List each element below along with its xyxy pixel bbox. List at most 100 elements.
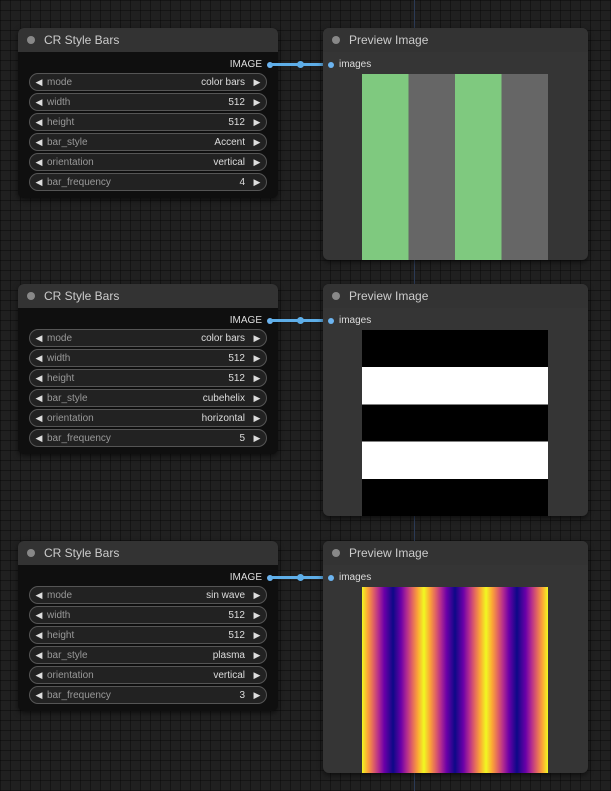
preview-image-node[interactable]: Preview Image images (323, 28, 588, 260)
arrow-right-icon[interactable]: ▶ (251, 157, 263, 168)
widget-bar-frequency[interactable]: ◀ bar_frequency 5 ▶ (29, 429, 267, 447)
widget-bar-style[interactable]: ◀ bar_style plasma ▶ (29, 646, 267, 664)
widget-label: bar_frequency (47, 432, 111, 444)
widget-height[interactable]: ◀ height 512 ▶ (29, 626, 267, 644)
arrow-left-icon[interactable]: ◀ (33, 650, 45, 661)
widget-value: Accent (214, 136, 245, 148)
arrow-right-icon[interactable]: ▶ (251, 77, 263, 88)
arrow-right-icon[interactable]: ▶ (251, 433, 263, 444)
widget-orientation[interactable]: ◀ orientation vertical ▶ (29, 153, 267, 171)
arrow-left-icon[interactable]: ◀ (33, 690, 45, 701)
input-port-icon[interactable] (328, 61, 334, 68)
arrow-left-icon[interactable]: ◀ (33, 333, 45, 344)
widget-value: color bars (201, 76, 245, 88)
widget-label: bar_frequency (47, 176, 111, 188)
node-title-bar[interactable]: CR Style Bars (18, 541, 278, 565)
collapse-dot-icon[interactable] (332, 36, 340, 44)
arrow-right-icon[interactable]: ▶ (251, 413, 263, 424)
arrow-right-icon[interactable]: ▶ (251, 630, 263, 641)
arrow-left-icon[interactable]: ◀ (33, 630, 45, 641)
node-title: Preview Image (349, 289, 429, 303)
input-port-icon[interactable] (328, 574, 334, 581)
node-title-bar[interactable]: Preview Image (323, 541, 588, 565)
widget-orientation[interactable]: ◀ orientation horizontal ▶ (29, 409, 267, 427)
collapse-dot-icon[interactable] (27, 36, 35, 44)
arrow-right-icon[interactable]: ▶ (251, 137, 263, 148)
widget-bar-frequency[interactable]: ◀ bar_frequency 4 ▶ (29, 173, 267, 191)
node-title-bar[interactable]: Preview Image (323, 28, 588, 52)
widget-width[interactable]: ◀ width 512 ▶ (29, 93, 267, 111)
arrow-left-icon[interactable]: ◀ (33, 393, 45, 404)
arrow-right-icon[interactable]: ▶ (251, 177, 263, 188)
arrow-right-icon[interactable]: ▶ (251, 373, 263, 384)
widget-height[interactable]: ◀ height 512 ▶ (29, 369, 267, 387)
widget-value: 512 (228, 352, 245, 364)
widget-label: orientation (47, 669, 94, 681)
arrow-left-icon[interactable]: ◀ (33, 157, 45, 168)
node-title: CR Style Bars (44, 289, 120, 303)
widget-bar-style[interactable]: ◀ bar_style Accent ▶ (29, 133, 267, 151)
collapse-dot-icon[interactable] (27, 292, 35, 300)
arrow-left-icon[interactable]: ◀ (33, 353, 45, 364)
output-label: IMAGE (229, 315, 262, 326)
preview-image-node[interactable]: Preview Image images (323, 284, 588, 516)
arrow-left-icon[interactable]: ◀ (33, 177, 45, 188)
collapse-dot-icon[interactable] (332, 292, 340, 300)
arrow-left-icon[interactable]: ◀ (33, 117, 45, 128)
arrow-right-icon[interactable]: ▶ (251, 393, 263, 404)
arrow-left-icon[interactable]: ◀ (33, 610, 45, 621)
widget-value: plasma (212, 649, 245, 661)
cr-style-bars-node[interactable]: CR Style Bars IMAGE ◀ mode sin wave ▶ ◀ … (18, 541, 278, 711)
node-title-bar[interactable]: CR Style Bars (18, 284, 278, 308)
widget-value: vertical (213, 669, 245, 681)
input-slot: images (328, 315, 371, 326)
link-midpoint-icon[interactable] (297, 317, 304, 324)
arrow-left-icon[interactable]: ◀ (33, 373, 45, 384)
link-midpoint-icon[interactable] (297, 574, 304, 581)
preview-image-node[interactable]: Preview Image images (323, 541, 588, 773)
node-title-bar[interactable]: CR Style Bars (18, 28, 278, 52)
collapse-dot-icon[interactable] (332, 549, 340, 557)
widget-orientation[interactable]: ◀ orientation vertical ▶ (29, 666, 267, 684)
arrow-right-icon[interactable]: ▶ (251, 650, 263, 661)
widget-value: cubehelix (202, 392, 245, 404)
widget-label: height (47, 629, 75, 641)
widget-bar-style[interactable]: ◀ bar_style cubehelix ▶ (29, 389, 267, 407)
widget-bar-frequency[interactable]: ◀ bar_frequency 3 ▶ (29, 686, 267, 704)
collapse-dot-icon[interactable] (27, 549, 35, 557)
arrow-right-icon[interactable]: ▶ (251, 590, 263, 601)
cr-style-bars-node[interactable]: CR Style Bars IMAGE ◀ mode color bars ▶ … (18, 28, 278, 198)
arrow-left-icon[interactable]: ◀ (33, 433, 45, 444)
arrow-left-icon[interactable]: ◀ (33, 97, 45, 108)
arrow-right-icon[interactable]: ▶ (251, 610, 263, 621)
widget-label: orientation (47, 412, 94, 424)
input-port-icon[interactable] (328, 317, 334, 324)
arrow-right-icon[interactable]: ▶ (251, 117, 263, 128)
widget-label: bar_style (47, 392, 88, 404)
arrow-right-icon[interactable]: ▶ (251, 690, 263, 701)
arrow-right-icon[interactable]: ▶ (251, 97, 263, 108)
arrow-right-icon[interactable]: ▶ (251, 670, 263, 681)
arrow-left-icon[interactable]: ◀ (33, 77, 45, 88)
arrow-left-icon[interactable]: ◀ (33, 590, 45, 601)
widget-label: bar_style (47, 136, 88, 148)
link-midpoint-icon[interactable] (297, 61, 304, 68)
arrow-right-icon[interactable]: ▶ (251, 353, 263, 364)
arrow-right-icon[interactable]: ▶ (251, 333, 263, 344)
arrow-left-icon[interactable]: ◀ (33, 137, 45, 148)
widget-mode[interactable]: ◀ mode sin wave ▶ (29, 586, 267, 604)
widget-width[interactable]: ◀ width 512 ▶ (29, 606, 267, 624)
widget-width[interactable]: ◀ width 512 ▶ (29, 349, 267, 367)
widget-value: sin wave (206, 589, 245, 601)
input-label: images (339, 59, 372, 70)
cr-style-bars-node[interactable]: CR Style Bars IMAGE ◀ mode color bars ▶ … (18, 284, 278, 454)
arrow-left-icon[interactable]: ◀ (33, 670, 45, 681)
node-title-bar[interactable]: Preview Image (323, 284, 588, 308)
widget-mode[interactable]: ◀ mode color bars ▶ (29, 73, 267, 91)
widget-height[interactable]: ◀ height 512 ▶ (29, 113, 267, 131)
widget-label: mode (47, 332, 73, 344)
widget-mode[interactable]: ◀ mode color bars ▶ (29, 329, 267, 347)
preview-image-cubehelix-horizontal-bars (362, 330, 548, 516)
arrow-left-icon[interactable]: ◀ (33, 413, 45, 424)
node-title: Preview Image (349, 546, 429, 560)
